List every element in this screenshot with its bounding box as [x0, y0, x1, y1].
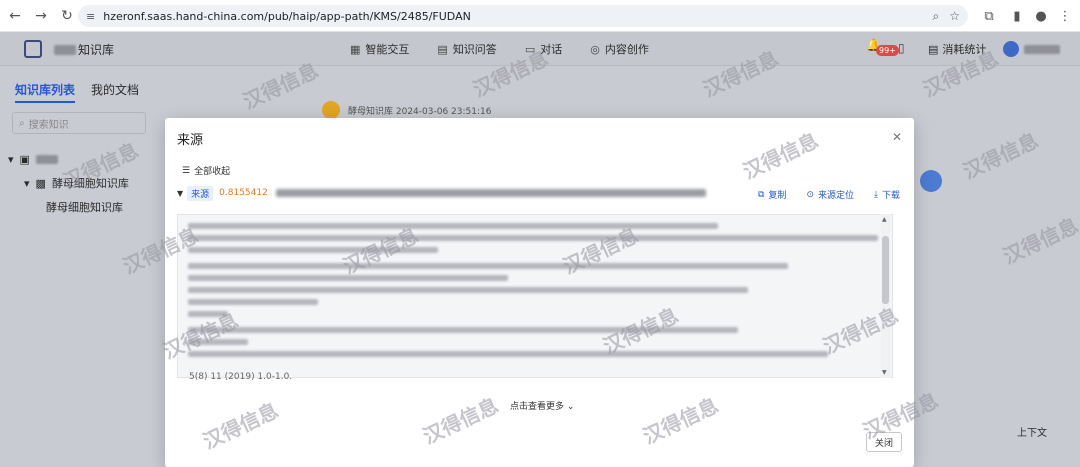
chevron-down-icon: ⌄ [566, 402, 575, 412]
tree-child[interactable]: ▾ ▩ 酵母细胞知识库 [8, 171, 129, 195]
chat-grid-icon: ▦ [350, 42, 361, 56]
source-tag: 来源 [187, 185, 214, 201]
address-bar[interactable]: ≡ hzeronf.saas.hand-china.com/pub/haip/a… [78, 5, 968, 27]
source-title-redacted [275, 189, 706, 197]
nav-qa[interactable]: ▤ 知识问答 [437, 41, 496, 57]
extensions-icon[interactable]: ⧉ [978, 5, 1000, 27]
tree-root[interactable]: ▾ ▣ [8, 147, 129, 171]
pin-icon: ⊙ [806, 189, 814, 200]
content-tail: 5(8) 11 (2019) 1.0-1.0. [189, 372, 293, 382]
sidepanel-icon[interactable]: ▮ [1006, 5, 1028, 27]
score: 0.8155412 [219, 188, 268, 198]
username [1024, 45, 1060, 54]
scroll-thumb[interactable] [882, 236, 889, 304]
source-dialog: 来源 ✕ ☰ 全部收起 ▼ 来源 0.8155412 ⧉ 复制 ⊙ 来源定位 ⤓ 下载… [165, 118, 914, 467]
collapse-icon: ☰ [182, 165, 191, 176]
caret-down-icon: ▼ [177, 188, 184, 198]
sidebar-tabs: 知识库列表 我的文档 [15, 81, 139, 103]
folder-icon: ▣ [19, 152, 30, 166]
forward-icon[interactable]: → [30, 5, 52, 27]
url-text: hzeronf.saas.hand-china.com/pub/haip/app… [103, 9, 471, 23]
top-nav: ▦ 智能交互 ▤ 知识问答 ▭ 对话 ◎ 内容创作 [350, 41, 649, 57]
close-button[interactable]: 关闭 [865, 432, 902, 452]
scroll-down-icon[interactable]: ▼ [882, 369, 887, 376]
close-icon[interactable]: ✕ [892, 130, 902, 144]
nav-smart-interaction[interactable]: ▦ 智能交互 [350, 41, 409, 57]
stats-button[interactable]: ▤ 消耗统计 [922, 39, 992, 59]
bot-avatar [322, 101, 340, 119]
tab-my-docs[interactable]: 我的文档 [91, 81, 139, 103]
back-icon[interactable]: ← [4, 5, 26, 27]
bulb-icon: ◎ [590, 42, 600, 56]
collapse-all-button[interactable]: ☰ 全部收起 [182, 164, 230, 178]
message-icon: ▭ [524, 42, 536, 56]
kb-tree: ▾ ▣ ▾ ▩ 酵母细胞知识库 酵母细胞知识库 [8, 147, 129, 219]
chat-message-meta: 酵母知识库 2024-03-06 23:51:16 [322, 101, 491, 119]
chart-icon: ▤ [928, 42, 939, 56]
nav-content-creation[interactable]: ◎ 内容创作 [590, 41, 649, 57]
context-label[interactable]: 上下文 [1017, 424, 1047, 439]
tree-leaf[interactable]: 酵母细胞知识库 [8, 195, 129, 219]
dialog-title: 来源 [177, 133, 204, 148]
profile-icon[interactable]: ● [1030, 5, 1052, 27]
reload-icon[interactable]: ↻ [56, 5, 78, 27]
avatar[interactable] [1003, 41, 1019, 57]
doc-icon[interactable]: ▯ [898, 41, 905, 55]
source-actions: ⧉ 复制 ⊙ 来源定位 ⤓ 下载 [757, 188, 900, 202]
download-button[interactable]: ⤓ 下载 [874, 188, 900, 202]
zoom-icon[interactable]: ⌕ [933, 9, 940, 24]
download-icon: ⤓ [874, 189, 878, 200]
search-icon: ⌕ [19, 117, 25, 129]
cube-logo-icon [24, 40, 42, 58]
source-content [177, 214, 893, 378]
site-info-icon[interactable]: ≡ [86, 10, 95, 23]
menu-icon[interactable]: ⋮ [1054, 5, 1076, 27]
caret-down-icon: ▾ [8, 152, 14, 166]
locate-button[interactable]: ⊙ 来源定位 [806, 188, 854, 202]
kb-title: 知识库 [54, 41, 114, 58]
nav-dialog[interactable]: ▭ 对话 [525, 41, 562, 57]
scroll-up-icon[interactable]: ▲ [882, 216, 887, 223]
tab-kb-list[interactable]: 知识库列表 [15, 81, 76, 103]
star-icon[interactable]: ☆ [949, 9, 960, 24]
kb-icon: ▩ [35, 176, 46, 190]
book-icon: ▤ [437, 42, 448, 56]
caret-down-icon: ▾ [24, 176, 30, 190]
search-input[interactable]: ⌕ 搜索知识 [12, 112, 146, 134]
notification-badge: 99+ [876, 45, 899, 56]
user-avatar [920, 170, 942, 192]
browser-toolbar: ← → ↻ ≡ hzeronf.saas.hand-china.com/pub/… [0, 0, 1080, 32]
content-scrollbar[interactable]: ▲ ▼ [881, 214, 890, 378]
app-header: 知识库 ▦ 智能交互 ▤ 知识问答 ▭ 对话 ◎ 内容创作 🔔 99+ ▯ ▤ 消耗统计 [0, 32, 1080, 66]
copy-button[interactable]: ⧉ 复制 [757, 188, 786, 202]
copy-icon: ⧉ [757, 189, 765, 200]
show-more-button[interactable]: 点击查看更多 ⌄ [510, 399, 574, 412]
sidebar: 知识库列表 我的文档 ⌕ 搜索知识 ▾ ▣ ▾ ▩ 酵母细胞知识库 酵母细胞知识库 [0, 67, 150, 467]
